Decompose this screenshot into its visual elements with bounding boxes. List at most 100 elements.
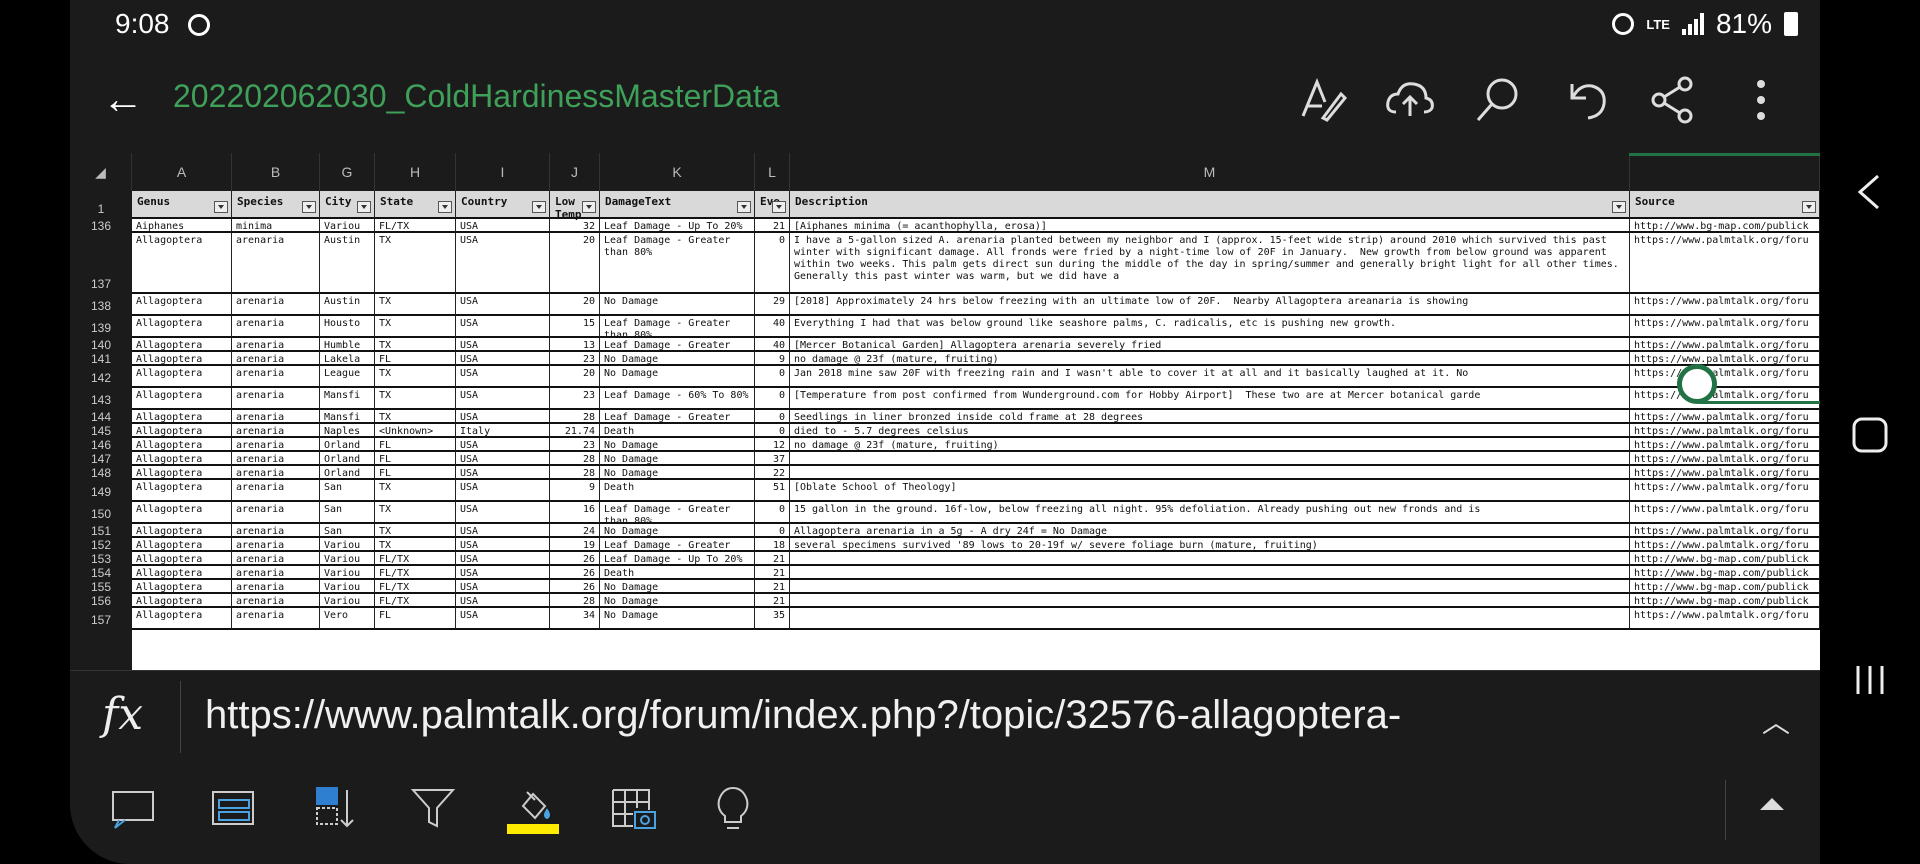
- table-cell[interactable]: 24: [550, 524, 600, 538]
- header-cell[interactable]: City: [320, 191, 375, 219]
- cloud-upload-icon[interactable]: [1382, 72, 1438, 128]
- table-cell[interactable]: No Damage: [600, 608, 755, 630]
- row-number[interactable]: 137: [70, 233, 132, 294]
- table-cell[interactable]: arenaria: [232, 466, 320, 480]
- filter-dropdown-icon[interactable]: [582, 201, 596, 213]
- table-cell[interactable]: Allagoptera: [132, 538, 232, 552]
- table-cell[interactable]: 35: [755, 608, 790, 630]
- table-cell[interactable]: Allagoptera: [132, 594, 232, 608]
- table-cell[interactable]: FL/TX: [375, 594, 456, 608]
- table-cell[interactable]: https://www.palmtalk.org/foru: [1630, 294, 1820, 316]
- table-cell[interactable]: Leaf Damage - Greater than 80%: [600, 410, 755, 424]
- table-cell[interactable]: Orland: [320, 452, 375, 466]
- table-cell[interactable]: USA: [456, 294, 550, 316]
- row-number[interactable]: 156: [70, 594, 132, 608]
- undo-icon[interactable]: [1558, 72, 1614, 128]
- filter-dropdown-icon[interactable]: [532, 201, 546, 213]
- row-number[interactable]: 148: [70, 466, 132, 480]
- table-cell[interactable]: arenaria: [232, 338, 320, 352]
- table-cell[interactable]: Allagoptera: [132, 352, 232, 366]
- table-cell[interactable]: Leaf Damage - Up To 20%: [600, 219, 755, 233]
- table-cell[interactable]: FL: [375, 466, 456, 480]
- table-cell[interactable]: Allagoptera: [132, 552, 232, 566]
- table-cell[interactable]: 16: [550, 502, 600, 524]
- table-cell[interactable]: 0: [755, 502, 790, 524]
- table-cell[interactable]: Allagoptera: [132, 524, 232, 538]
- table-cell[interactable]: USA: [456, 410, 550, 424]
- table-cell[interactable]: 12: [755, 438, 790, 452]
- table-cell[interactable]: Variou: [320, 552, 375, 566]
- table-cell[interactable]: TX: [375, 502, 456, 524]
- table-cell[interactable]: Allagoptera arenaria in a 5g - A dry 24f…: [790, 524, 1630, 538]
- filter-dropdown-icon[interactable]: [737, 201, 751, 213]
- row-number[interactable]: 155: [70, 580, 132, 594]
- table-cell[interactable]: 19: [550, 538, 600, 552]
- table-cell[interactable]: https://www.palmtalk.org/foru: [1630, 502, 1820, 524]
- table-cell[interactable]: Leaf Damage - 60% To 80%: [600, 388, 755, 410]
- table-cell[interactable]: https://www.palmtalk.org/foru: [1630, 352, 1820, 366]
- header-cell[interactable]: DamageText: [600, 191, 755, 219]
- table-cell[interactable]: USA: [456, 480, 550, 502]
- table-cell[interactable]: Allagoptera: [132, 366, 232, 388]
- table-cell[interactable]: 20: [550, 294, 600, 316]
- fill-color-icon[interactable]: [505, 780, 561, 836]
- table-cell[interactable]: TX: [375, 524, 456, 538]
- table-cell[interactable]: FL/TX: [375, 566, 456, 580]
- table-cell[interactable]: [Temperature from post confirmed from Wu…: [790, 388, 1630, 410]
- table-cell[interactable]: 0: [755, 366, 790, 388]
- filter-icon[interactable]: [405, 780, 461, 836]
- table-cell[interactable]: USA: [456, 338, 550, 352]
- table-cell[interactable]: San: [320, 480, 375, 502]
- table-cell[interactable]: TX: [375, 233, 456, 294]
- table-cell[interactable]: 15 gallon in the ground. 16f-low, below …: [790, 502, 1630, 524]
- table-cell[interactable]: 28: [550, 410, 600, 424]
- table-cell[interactable]: Leaf Damage - Greater than 80%: [600, 538, 755, 552]
- share-icon[interactable]: [1645, 72, 1701, 128]
- table-cell[interactable]: FL/TX: [375, 552, 456, 566]
- insert-picture-icon[interactable]: [605, 780, 661, 836]
- table-cell[interactable]: No Damage: [600, 294, 755, 316]
- filter-dropdown-icon[interactable]: [214, 201, 228, 213]
- expand-toolbar-icon[interactable]: [1760, 798, 1784, 810]
- table-cell[interactable]: [790, 608, 1630, 630]
- table-cell[interactable]: Allagoptera: [132, 410, 232, 424]
- format-cells-icon[interactable]: [205, 780, 261, 836]
- table-cell[interactable]: http://www.bg-map.com/publick: [1630, 566, 1820, 580]
- nav-recents-icon[interactable]: [1850, 660, 1890, 705]
- table-cell[interactable]: arenaria: [232, 538, 320, 552]
- table-cell[interactable]: minima: [232, 219, 320, 233]
- draw-icon[interactable]: [1295, 72, 1351, 128]
- table-cell[interactable]: arenaria: [232, 452, 320, 466]
- table-cell[interactable]: USA: [456, 219, 550, 233]
- table-cell[interactable]: 37: [755, 452, 790, 466]
- filter-dropdown-icon[interactable]: [357, 201, 371, 213]
- column-header[interactable]: [1630, 153, 1820, 191]
- table-cell[interactable]: 32: [550, 219, 600, 233]
- table-cell[interactable]: 21.74: [550, 424, 600, 438]
- row-number[interactable]: 146: [70, 438, 132, 452]
- table-cell[interactable]: No Damage: [600, 438, 755, 452]
- table-cell[interactable]: [790, 580, 1630, 594]
- table-cell[interactable]: http://www.bg-map.com/publick: [1630, 552, 1820, 566]
- table-cell[interactable]: No Damage: [600, 580, 755, 594]
- table-cell[interactable]: 34: [550, 608, 600, 630]
- table-cell[interactable]: No Damage: [600, 352, 755, 366]
- table-cell[interactable]: I have a 5-gallon sized A. arenaria plan…: [790, 233, 1630, 294]
- table-cell[interactable]: San: [320, 524, 375, 538]
- column-header[interactable]: M: [790, 153, 1630, 191]
- table-cell[interactable]: Allagoptera: [132, 294, 232, 316]
- table-cell[interactable]: No Damage: [600, 366, 755, 388]
- table-cell[interactable]: no damage @ 23f (mature, fruiting): [790, 438, 1630, 452]
- table-cell[interactable]: Leaf Damage - Greater than 80%: [600, 316, 755, 338]
- table-cell[interactable]: Jan 2018 mine saw 20F with freezing rain…: [790, 366, 1630, 388]
- table-cell[interactable]: [790, 594, 1630, 608]
- table-cell[interactable]: 21: [755, 552, 790, 566]
- table-cell[interactable]: 26: [550, 552, 600, 566]
- table-cell[interactable]: Leaf Damage - Greater than 80%: [600, 502, 755, 524]
- row-number[interactable]: 151: [70, 524, 132, 538]
- fx-icon[interactable]: fx: [102, 689, 143, 740]
- row-number[interactable]: 149: [70, 480, 132, 502]
- table-cell[interactable]: TX: [375, 538, 456, 552]
- table-cell[interactable]: https://www.palmtalk.org/foru: [1630, 480, 1820, 502]
- table-cell[interactable]: No Damage: [600, 452, 755, 466]
